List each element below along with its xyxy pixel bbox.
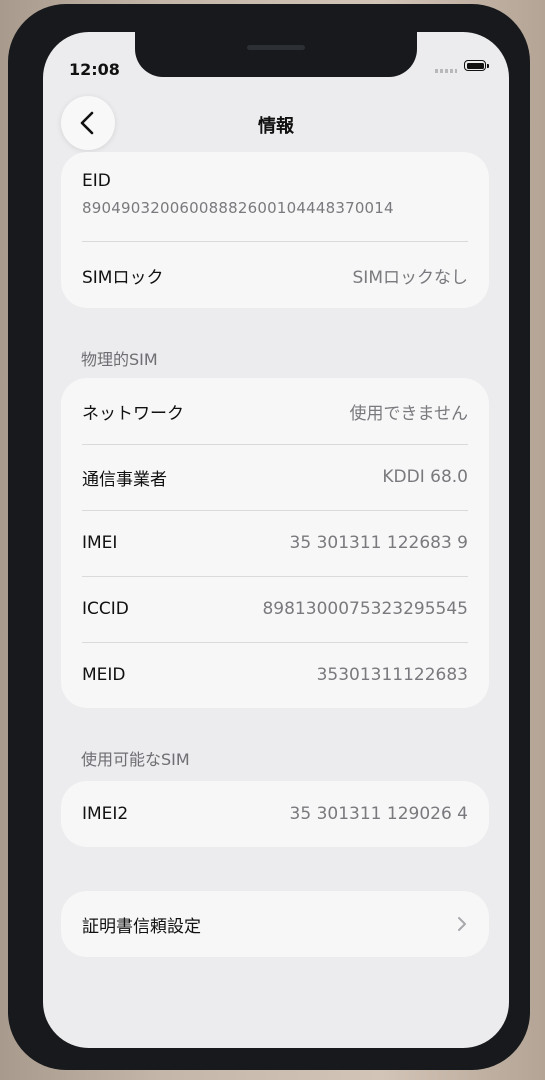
meid-row[interactable]: MEID 35301311122683: [61, 642, 489, 708]
network-row[interactable]: ネットワーク 使用できません: [61, 378, 489, 444]
eid-card: EID 89049032006008882600104448370014 SIM…: [61, 152, 489, 308]
available-sim-header: 使用可能なSIM: [81, 750, 190, 769]
row-label: MEID: [82, 665, 126, 685]
row-label: ICCID: [82, 599, 129, 619]
row-label: ネットワーク: [82, 403, 184, 424]
eid-row[interactable]: EID 89049032006008882600104448370014: [61, 152, 489, 242]
row-label: IMEI2: [82, 804, 129, 824]
cert-trust-row[interactable]: 証明書信頼設定: [61, 891, 489, 957]
battery-icon: [464, 60, 489, 71]
screen: 12:08 情報 EID 890490320060088826001044483…: [43, 32, 509, 1048]
row-label: 通信事業者: [82, 469, 167, 490]
carrier-row[interactable]: 通信事業者 KDDI 68.0: [61, 444, 489, 510]
sim-lock-label: SIMロック: [82, 267, 164, 288]
cert-trust-card: 証明書信頼設定: [61, 891, 489, 957]
physical-sim-header: 物理的SIM: [81, 350, 158, 369]
phone-frame: 12:08 情報 EID 890490320060088826001044483…: [8, 4, 530, 1070]
eid-value: 89049032006008882600104448370014: [82, 199, 394, 217]
available-sim-card: IMEI2 35 301311 129026 4: [61, 781, 489, 847]
row-value: 8981300075323295545: [262, 599, 468, 619]
row-value: 35 301311 122683 9: [289, 533, 468, 553]
sim-lock-value: SIMロックなし: [352, 267, 468, 288]
speaker-grille: [247, 45, 305, 50]
row-value: 35 301311 129026 4: [289, 804, 468, 824]
imei-row[interactable]: IMEI 35 301311 122683 9: [61, 510, 489, 576]
row-value: 使用できません: [349, 403, 469, 424]
page-title: 情報: [258, 116, 294, 137]
row-label: IMEI: [82, 533, 118, 553]
chevron-right-icon: [458, 917, 466, 931]
cert-trust-label: 証明書信頼設定: [82, 916, 201, 937]
signal-icon: [435, 69, 457, 73]
physical-sim-card: ネットワーク 使用できません 通信事業者 KDDI 68.0 IMEI 35 3…: [61, 378, 489, 708]
row-value: KDDI 68.0: [382, 467, 468, 487]
notch: [135, 32, 417, 77]
iccid-row[interactable]: ICCID 8981300075323295545: [61, 576, 489, 642]
row-value: 35301311122683: [316, 665, 468, 685]
status-time: 12:08: [69, 60, 120, 79]
sim-lock-row[interactable]: SIMロック SIMロックなし: [61, 242, 489, 308]
imei2-row[interactable]: IMEI2 35 301311 129026 4: [61, 781, 489, 847]
eid-label: EID: [82, 171, 111, 191]
